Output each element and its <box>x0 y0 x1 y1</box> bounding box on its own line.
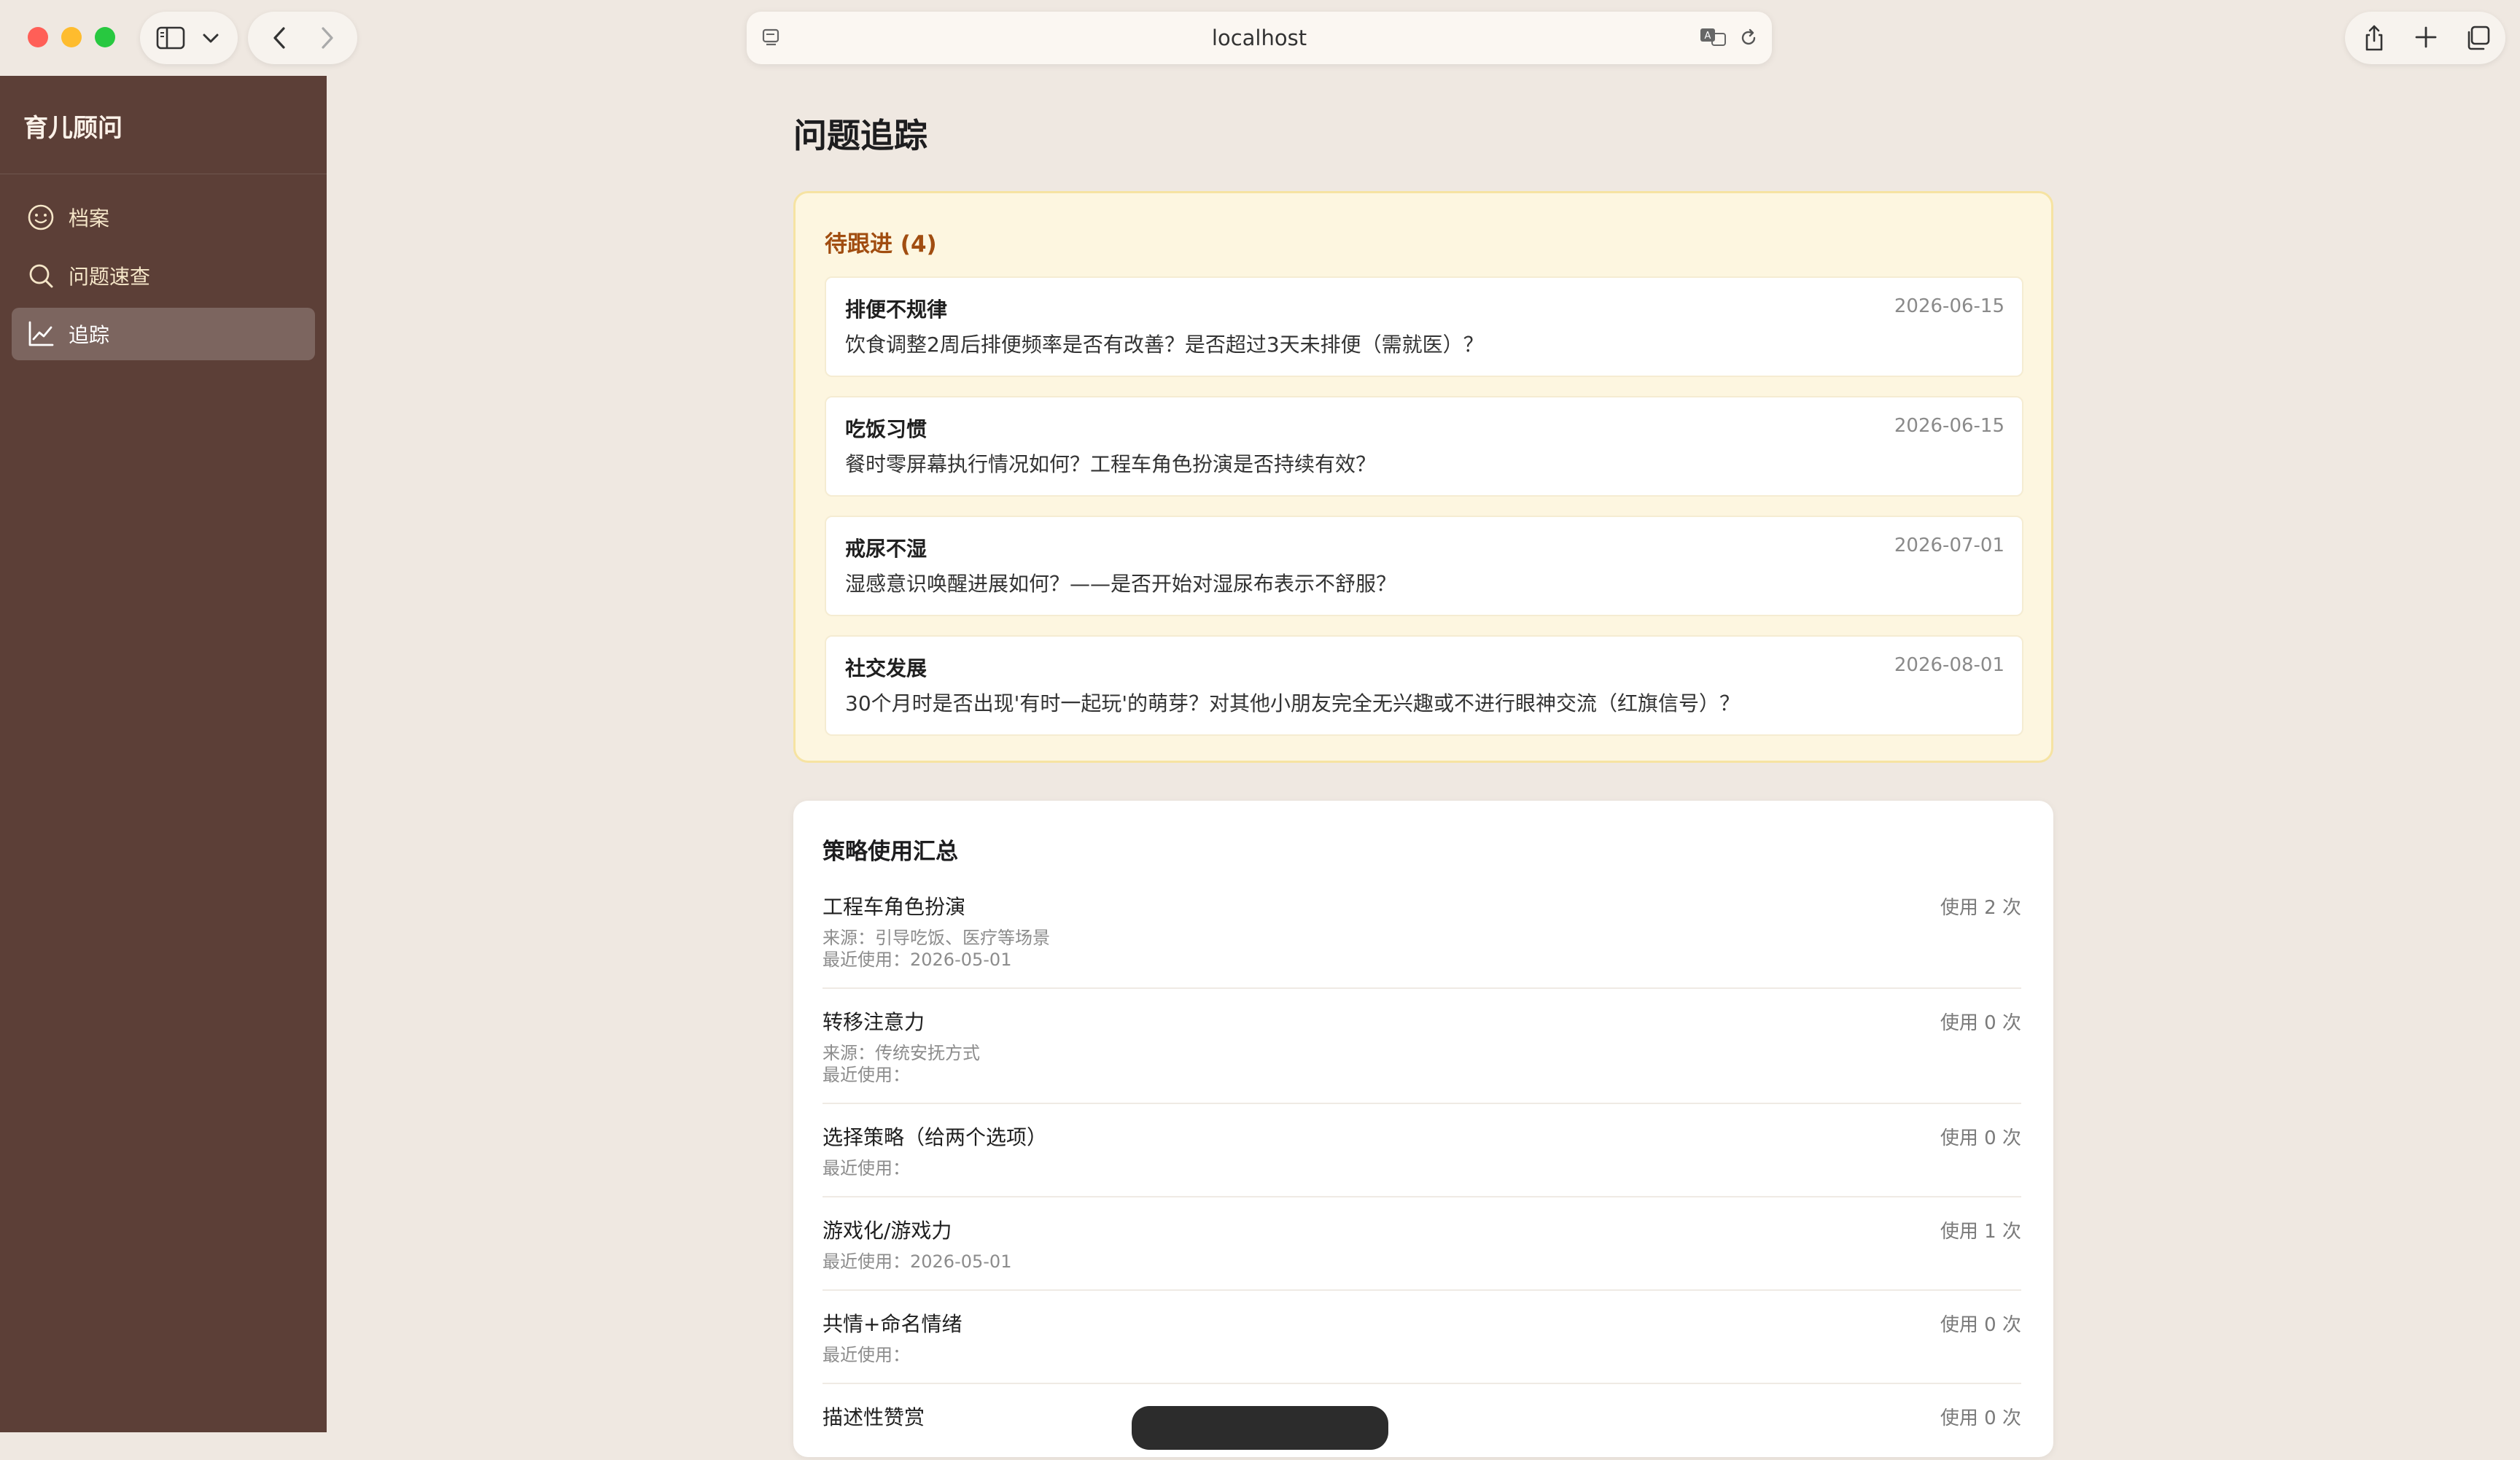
strategy-usage-count: 使用 2 次 <box>1940 897 2021 919</box>
chevron-down-icon[interactable] <box>201 29 220 47</box>
followup-item[interactable]: 戒尿不湿 2026-07-01 湿感意识唤醒进展如何？——是否开始对湿尿布表示不… <box>825 516 2023 616</box>
strategy-last-used: 最近使用： <box>822 1345 910 1365</box>
strategy-usage-count: 使用 0 次 <box>1940 1314 2021 1336</box>
strategy-row[interactable]: 选择策略（给两个选项） 使用 0 次 最近使用： <box>822 1122 2021 1197</box>
back-arrow-icon[interactable] <box>270 26 289 50</box>
strategy-last-used: 最近使用： <box>822 1065 910 1085</box>
share-icon[interactable] <box>2362 23 2386 53</box>
tab-overview-icon[interactable] <box>2465 25 2491 51</box>
strategy-row[interactable]: 游戏化/游戏力 使用 1 次 最近使用：2026-05-01 <box>822 1215 2021 1291</box>
strategy-last-used: 最近使用： <box>822 1158 910 1179</box>
close-window-button[interactable] <box>28 27 48 47</box>
zoom-window-button[interactable] <box>95 27 115 47</box>
strategy-row[interactable]: 转移注意力 使用 0 次 来源：传统安抚方式 最近使用： <box>822 1006 2021 1104</box>
strategy-usage-count: 使用 0 次 <box>1940 1407 2021 1429</box>
followup-date: 2026-06-15 <box>1894 415 2004 437</box>
sidebar-item-label: 追踪 <box>69 323 110 347</box>
strategy-heading: 策略使用汇总 <box>822 839 958 865</box>
app-title: 育儿顾问 <box>23 114 122 143</box>
strategy-row[interactable]: 描述性赞赏 使用 0 次 <box>822 1402 2021 1460</box>
sidebar-item-label: 问题速查 <box>69 265 151 289</box>
strategy-name: 选择策略（给两个选项） <box>822 1125 1048 1149</box>
sidebar-item-profile[interactable]: 档案 <box>12 191 315 244</box>
reload-icon[interactable] <box>1738 28 1759 48</box>
followup-title: 社交发展 <box>845 656 928 680</box>
strategy-row[interactable]: 共情+命名情绪 使用 0 次 最近使用： <box>822 1308 2021 1384</box>
followup-item[interactable]: 吃饭习惯 2026-06-15 餐时零屏幕执行情况如何？工程车角色扮演是否持续有… <box>825 396 2023 497</box>
followup-date: 2026-07-01 <box>1894 535 2004 556</box>
strategy-last-used: 最近使用：2026-05-01 <box>822 950 1012 970</box>
pending-followups-card: 待跟进 (4) 排便不规律 2026-06-15 饮食调整2周后排便频率是否有改… <box>793 191 2053 763</box>
strategy-name: 描述性赞赏 <box>822 1405 925 1429</box>
url-text[interactable]: localhost <box>747 12 1772 64</box>
strategy-row[interactable]: 工程车角色扮演 使用 2 次 来源：引导吃饭、医疗等场景 最近使用：2026-0… <box>822 891 2021 989</box>
followup-item[interactable]: 排便不规律 2026-06-15 饮食调整2周后排便频率是否有改善？是否超过3天… <box>825 276 2023 377</box>
history-nav-group <box>248 12 357 64</box>
followup-description: 饮食调整2周后排便频率是否有改善？是否超过3天未排便（需就医）？ <box>845 333 1484 357</box>
followup-title: 吃饭习惯 <box>845 417 928 441</box>
strategy-name: 工程车角色扮演 <box>822 895 966 919</box>
followup-title: 排便不规律 <box>845 298 948 322</box>
sidebar-item-quick-lookup[interactable]: 问题速查 <box>12 249 315 302</box>
followup-description: 餐时零屏幕执行情况如何？工程车角色扮演是否持续有效？ <box>845 452 1377 476</box>
strategy-last-used: 最近使用：2026-05-01 <box>822 1251 1012 1272</box>
address-bar[interactable]: localhost A <box>747 12 1772 64</box>
strategy-name: 共情+命名情绪 <box>822 1312 962 1336</box>
strategy-name: 转移注意力 <box>822 1010 925 1034</box>
followup-title: 戒尿不湿 <box>845 537 928 561</box>
forward-arrow-icon[interactable] <box>318 26 337 50</box>
browser-toolbar: localhost A <box>0 0 2520 76</box>
strategy-usage-count: 使用 1 次 <box>1940 1221 2021 1243</box>
window-actions-group <box>2345 12 2505 64</box>
sidebar-toggle-group <box>140 12 238 64</box>
new-tab-icon[interactable] <box>2414 25 2438 50</box>
sidebar-toggle-icon[interactable] <box>156 26 185 50</box>
followup-date: 2026-08-01 <box>1894 654 2004 676</box>
sidebar-item-tracking[interactable]: 追踪 <box>12 308 315 360</box>
dock[interactable] <box>1132 1406 1388 1450</box>
strategy-summary-card: 策略使用汇总 工程车角色扮演 使用 2 次 来源：引导吃饭、医疗等场景 最近使用… <box>793 801 2053 1457</box>
line-chart-icon <box>26 319 55 349</box>
strategy-usage-count: 使用 0 次 <box>1940 1127 2021 1149</box>
page-title: 问题追踪 <box>793 116 928 155</box>
svg-text:A: A <box>1705 31 1711 42</box>
followup-description: 30个月时是否出现'有时一起玩'的萌芽？对其他小朋友完全无兴趣或不进行眼神交流（… <box>845 691 1741 715</box>
smiley-icon <box>26 203 55 232</box>
followups-heading: 待跟进 (4) <box>825 231 937 257</box>
followup-item[interactable]: 社交发展 2026-08-01 30个月时是否出现'有时一起玩'的萌芽？对其他小… <box>825 635 2023 736</box>
translate-icon[interactable]: A <box>1699 26 1728 48</box>
sidebar-item-label: 档案 <box>69 206 110 230</box>
sidebar: 育儿顾问 档案 问题速查 追踪 <box>0 76 327 1432</box>
search-icon <box>26 261 55 290</box>
followup-description: 湿感意识唤醒进展如何？——是否开始对湿尿布表示不舒服？ <box>845 572 1397 596</box>
followup-date: 2026-06-15 <box>1894 295 2004 317</box>
strategy-name: 游戏化/游戏力 <box>822 1219 952 1243</box>
minimize-window-button[interactable] <box>61 27 82 47</box>
strategy-usage-count: 使用 0 次 <box>1940 1012 2021 1034</box>
